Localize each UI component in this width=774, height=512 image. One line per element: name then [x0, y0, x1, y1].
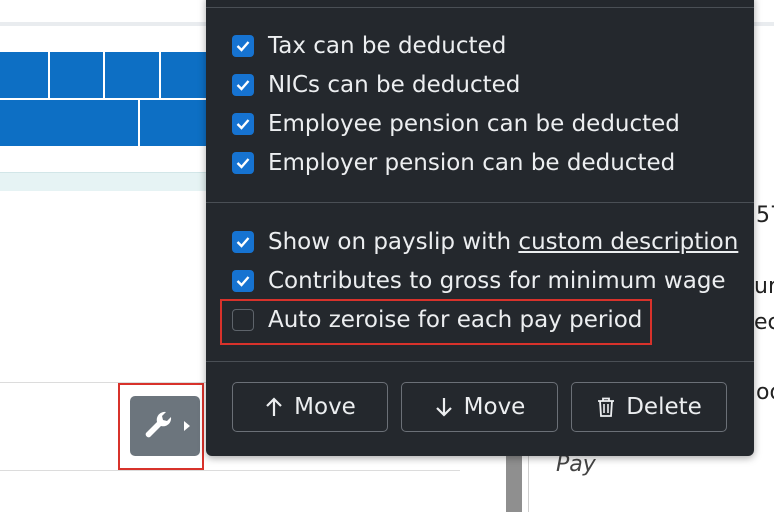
table-header-cell-border — [138, 100, 140, 146]
arrow-up-icon — [266, 397, 282, 416]
partial-text: urs — [754, 274, 774, 299]
option-nics-deducted[interactable]: NICs can be deducted — [232, 70, 520, 100]
table-row-strip — [0, 172, 208, 191]
option-label-prefix: Show on payslip with — [268, 229, 519, 255]
trash-icon — [598, 397, 615, 417]
row-separator — [0, 470, 460, 471]
move-up-button[interactable]: Move — [232, 382, 388, 432]
panel-divider — [206, 7, 754, 8]
table-header-cell-border — [103, 52, 105, 98]
highlight-wrench — [118, 383, 204, 470]
check-icon — [236, 237, 250, 248]
checkbox[interactable] — [232, 74, 254, 96]
table-header-cell-border — [48, 52, 50, 98]
table-header-divider — [0, 98, 206, 100]
option-employer-pension-deducted[interactable]: Employer pension can be deducted — [232, 148, 675, 178]
check-icon — [236, 41, 250, 52]
option-label: Employer pension can be deducted — [268, 150, 676, 176]
option-tax-deducted[interactable]: Tax can be deducted — [232, 31, 506, 61]
move-down-button[interactable]: Move — [401, 382, 558, 432]
option-label: Tax can be deducted — [268, 33, 507, 59]
option-employee-pension-deducted[interactable]: Employee pension can be deducted — [232, 109, 680, 139]
check-icon — [236, 80, 250, 91]
checkbox[interactable] — [232, 152, 254, 174]
option-min-wage[interactable]: Contributes to gross for minimum wage — [232, 266, 726, 296]
column-border — [528, 456, 529, 512]
checkbox[interactable] — [232, 35, 254, 57]
table-header — [0, 52, 206, 146]
move-up-label: Move — [294, 394, 356, 420]
checkbox[interactable] — [232, 231, 254, 253]
checkbox[interactable] — [232, 270, 254, 292]
option-show-on-payslip[interactable]: Show on payslip with custom description — [232, 227, 738, 257]
custom-description-link[interactable]: custom description — [518, 229, 738, 255]
options-dropdown: Tax can be deducted NICs can be deducted… — [206, 0, 754, 456]
check-icon — [236, 158, 250, 169]
check-icon — [236, 276, 250, 287]
delete-button[interactable]: Delete — [571, 382, 727, 432]
option-label: NICs can be deducted — [268, 72, 521, 98]
check-icon — [236, 119, 250, 130]
option-label: Show on payslip with custom description — [268, 229, 738, 255]
partial-text: od — [756, 380, 774, 405]
move-down-label: Move — [463, 394, 526, 420]
scrollbar[interactable] — [506, 456, 522, 512]
option-label: Contributes to gross for minimum wage — [268, 268, 726, 294]
arrow-down-icon — [435, 398, 452, 417]
partial-text: ec — [754, 310, 774, 335]
panel-divider — [206, 361, 754, 362]
partial-text: 57 — [756, 203, 774, 228]
checkbox[interactable] — [232, 113, 254, 135]
delete-label: Delete — [626, 394, 702, 420]
highlight-auto-zeroise — [220, 299, 652, 345]
option-label: Employee pension can be deducted — [268, 111, 680, 137]
panel-divider — [206, 202, 754, 203]
table-header-cell-border — [159, 52, 161, 98]
